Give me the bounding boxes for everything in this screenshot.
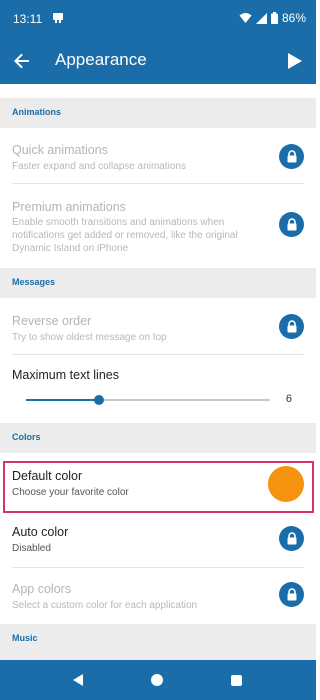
row-subtitle: Faster expand and collapse animations — [12, 161, 186, 172]
row-title: Maximum text lines — [12, 368, 119, 382]
max-text-lines-row: Maximum text lines 6 — [0, 355, 316, 419]
play-icon[interactable] — [282, 49, 306, 73]
nav-back-icon[interactable] — [72, 674, 84, 686]
nav-home-icon[interactable] — [151, 674, 163, 686]
section-header-messages: Messages — [0, 268, 316, 298]
max-lines-slider[interactable] — [26, 395, 270, 405]
app-colors-row[interactable]: App colors Select a custom color for eac… — [0, 568, 316, 624]
reverse-order-row[interactable]: Reverse order Try to show oldest message… — [0, 298, 316, 355]
lock-icon[interactable] — [279, 582, 304, 607]
row-subtitle-line-3: Dynamic Island on iPhone — [12, 243, 129, 254]
lock-icon[interactable] — [279, 144, 304, 169]
settings-list[interactable]: Animations Quick animations Faster expan… — [0, 84, 316, 660]
section-title: Animations — [12, 107, 62, 117]
premium-animations-row[interactable]: Premium animations Enable smooth transit… — [0, 184, 316, 262]
system-nav-bar — [0, 660, 316, 700]
row-subtitle-line-2: notifications get added or removed, like… — [12, 230, 238, 241]
notification-icon — [53, 13, 63, 23]
selection-highlight — [3, 461, 314, 513]
row-subtitle-line-1: Enable smooth transitions and animations… — [12, 217, 225, 228]
slider-fill — [26, 399, 100, 401]
section-header-music: Music — [0, 624, 316, 660]
nav-recents-icon[interactable] — [231, 675, 242, 686]
wifi-icon — [239, 13, 252, 23]
quick-animations-row[interactable]: Quick animations Faster expand and colla… — [0, 128, 316, 184]
row-title: Reverse order — [12, 314, 92, 328]
lock-icon[interactable] — [279, 314, 304, 339]
row-subtitle: Try to show oldest message on top — [12, 332, 167, 343]
app-bar: Appearance — [0, 38, 316, 84]
section-title: Messages — [12, 277, 56, 287]
row-subtitle: Select a custom color for each applicati… — [12, 600, 198, 611]
lock-icon[interactable] — [279, 212, 304, 237]
lock-icon[interactable] — [279, 526, 304, 551]
section-header-animations: Animations — [0, 98, 316, 128]
section-title: Music — [12, 633, 38, 643]
status-bar: 13:11 86% — [0, 0, 316, 38]
battery-percent: 86% — [281, 11, 306, 25]
section-header-colors: Colors — [0, 423, 316, 453]
slider-thumb[interactable] — [94, 395, 105, 405]
status-time: 13:11 — [13, 12, 43, 26]
section-title: Colors — [12, 432, 41, 442]
row-title: App colors — [12, 582, 72, 596]
clipped-row — [0, 84, 316, 98]
auto-color-row[interactable]: Auto color Disabled — [0, 515, 316, 568]
back-arrow-icon[interactable] — [10, 49, 34, 73]
row-title: Auto color — [12, 525, 69, 539]
battery-icon — [270, 12, 278, 24]
signal-icon — [255, 12, 267, 24]
slider-value: 6 — [285, 393, 292, 405]
row-title: Quick animations — [12, 143, 108, 157]
page-title: Appearance — [55, 50, 147, 69]
row-subtitle: Disabled — [12, 543, 51, 554]
row-title: Premium animations — [12, 200, 126, 214]
